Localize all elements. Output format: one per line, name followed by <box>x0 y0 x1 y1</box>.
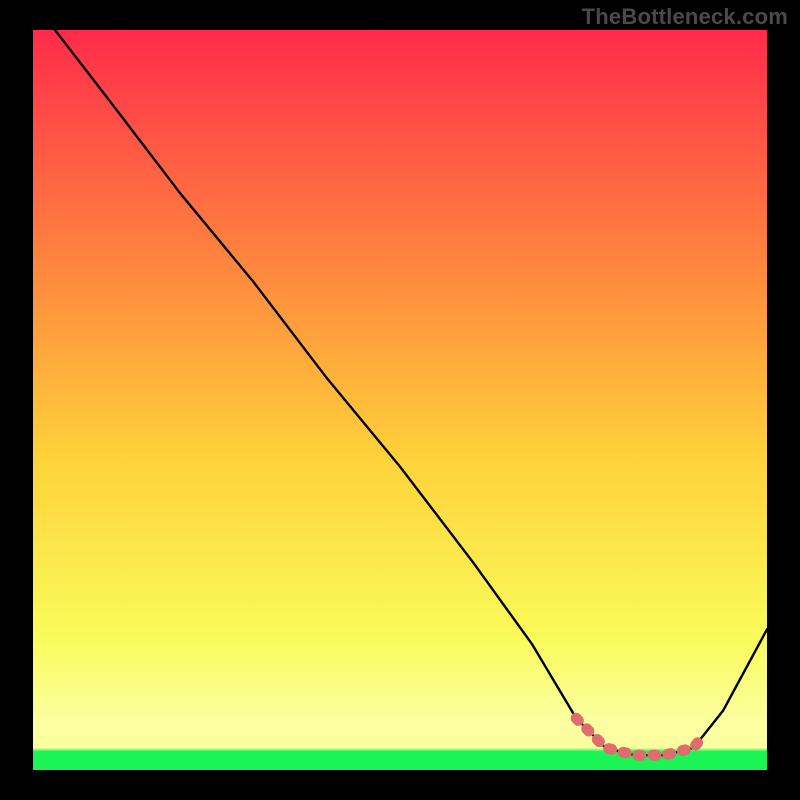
chart-container: { "watermark": "TheBottleneck.com", "col… <box>0 0 800 800</box>
bottleneck-chart-svg <box>0 0 800 800</box>
plot-area <box>33 30 767 770</box>
watermark-text: TheBottleneck.com <box>582 4 788 30</box>
